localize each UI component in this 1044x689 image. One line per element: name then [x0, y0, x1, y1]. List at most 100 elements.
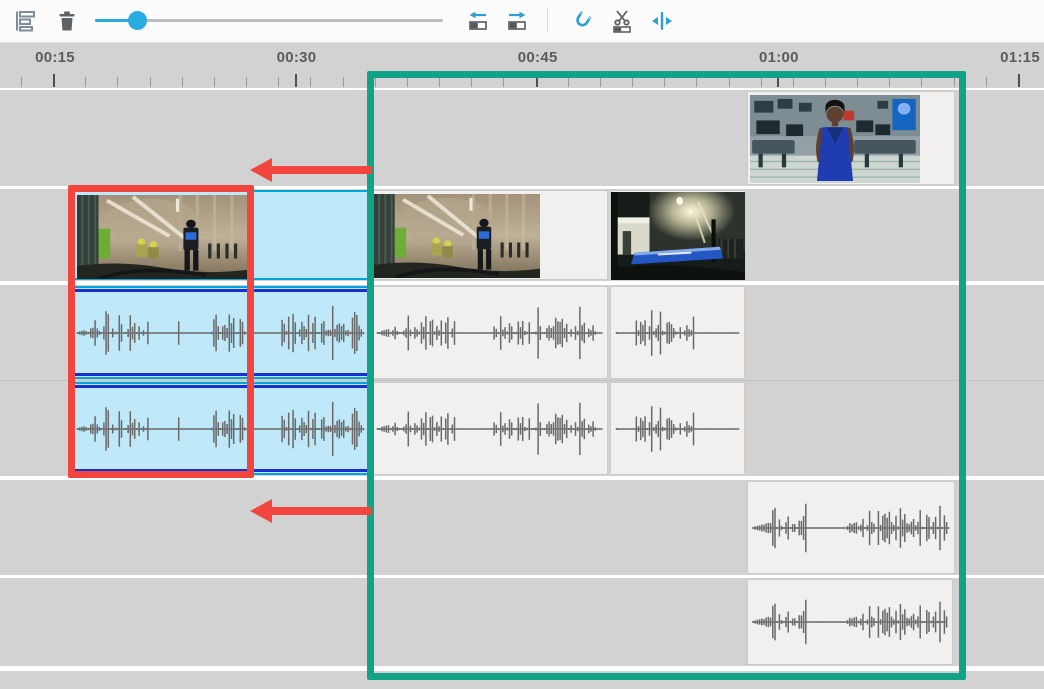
track-2-video — [0, 189, 1044, 281]
ruler-minor-tick — [921, 77, 922, 87]
ruler-minor-tick — [889, 77, 890, 87]
selection-accent-line — [73, 469, 368, 472]
audio-clip-selected[interactable] — [71, 382, 370, 475]
track-6-audio — [0, 578, 1044, 666]
zoom-slider-track[interactable] — [95, 19, 443, 22]
ruler-minor-tick — [85, 77, 86, 87]
ruler-minor-tick — [729, 77, 730, 87]
split-clip-button[interactable] — [607, 5, 639, 37]
ruler-minor-tick — [375, 77, 376, 87]
audio-waveform — [376, 386, 603, 471]
ruler-minor-tick — [182, 77, 183, 87]
storyboard-view-button[interactable] — [10, 5, 42, 37]
track-1-video — [0, 90, 1044, 186]
arrow-left-bar-icon — [466, 9, 492, 33]
audio-waveform — [752, 485, 950, 570]
track-5-audio — [0, 480, 1044, 575]
audio-clip[interactable] — [610, 382, 745, 475]
scissors-bar-icon — [610, 9, 636, 33]
ruler-minor-tick — [407, 77, 408, 87]
clip-thumbnail-newsroom — [750, 95, 920, 183]
audio-clip[interactable] — [610, 286, 745, 379]
selection-accent-line — [73, 289, 368, 292]
clip-thumbnail-fire-day — [77, 195, 249, 279]
ruler-major-tick — [53, 74, 55, 87]
track-separator — [0, 575, 1044, 578]
ruler-major-tick — [536, 74, 538, 87]
ruler-minor-tick — [214, 77, 215, 87]
audio-waveform — [76, 386, 365, 471]
track-separator — [0, 186, 1044, 189]
ruler-minor-tick — [954, 77, 955, 87]
video-clip[interactable] — [610, 190, 746, 280]
video-clip-selected[interactable] — [71, 190, 370, 280]
audio-waveform — [376, 290, 603, 375]
ripple-move-left-button[interactable] — [463, 5, 495, 37]
zoom-slider-thumb[interactable] — [128, 11, 147, 30]
ruler-minor-tick — [696, 77, 697, 87]
audio-waveform — [615, 290, 740, 375]
storyboard-icon — [13, 9, 39, 33]
ruler-minor-tick — [21, 77, 22, 87]
ruler-minor-tick — [600, 77, 601, 87]
arrow-right-bar-icon — [505, 9, 531, 33]
ruler-minor-tick — [150, 77, 151, 87]
ruler-minor-tick — [310, 77, 311, 87]
selection-accent-line — [73, 385, 368, 388]
ruler-time-label: 00:45 — [518, 49, 558, 66]
timeline-panel: 00:15 00:30 00:45 01:00 01:15 — [0, 0, 1044, 689]
ruler-minor-tick — [793, 77, 794, 87]
track-separator — [0, 88, 1044, 90]
audio-clip[interactable] — [371, 286, 608, 379]
ruler-major-tick — [295, 74, 297, 87]
split-at-playhead-button[interactable] — [647, 5, 679, 37]
trash-icon — [55, 9, 81, 33]
ruler-minor-tick — [761, 77, 762, 87]
toolbar — [0, 0, 1044, 43]
ruler-minor-tick — [986, 77, 987, 87]
ruler-time-label: 01:15 — [1000, 49, 1040, 66]
audio-waveform — [752, 583, 948, 661]
ruler-major-tick — [1018, 74, 1020, 87]
time-ruler[interactable]: 00:15 00:30 00:45 01:00 01:15 — [0, 43, 1044, 88]
ruler-time-label: 01:00 — [759, 49, 799, 66]
magnet-icon — [570, 9, 596, 33]
video-clip[interactable] — [371, 190, 608, 280]
selection-accent-line — [73, 373, 368, 376]
track-separator — [0, 281, 1044, 285]
ruler-minor-tick — [471, 77, 472, 87]
toolbar-divider — [547, 8, 548, 32]
delete-button[interactable] — [52, 5, 84, 37]
audio-waveform — [76, 290, 365, 375]
track-separator — [0, 380, 1044, 381]
ruler-minor-tick — [825, 77, 826, 87]
clip-thumbnail-fire-night — [611, 192, 745, 280]
track-separator — [0, 666, 1044, 671]
ruler-minor-tick — [246, 77, 247, 87]
ruler-minor-tick — [278, 77, 279, 87]
audio-clip[interactable] — [747, 579, 953, 665]
audio-clip-selected[interactable] — [71, 286, 370, 379]
track-separator — [0, 476, 1044, 480]
audio-clip[interactable] — [371, 382, 608, 475]
ruler-minor-tick — [568, 77, 569, 87]
ruler-time-label: 00:15 — [35, 49, 75, 66]
ruler-minor-tick — [343, 77, 344, 87]
ruler-minor-tick — [503, 77, 504, 87]
ruler-time-label: 00:30 — [277, 49, 317, 66]
ruler-minor-tick — [117, 77, 118, 87]
split-arrows-icon — [650, 9, 676, 33]
ruler-minor-tick — [439, 77, 440, 87]
ripple-move-right-button[interactable] — [502, 5, 534, 37]
ruler-major-tick — [777, 74, 779, 87]
ruler-minor-tick — [632, 77, 633, 87]
ruler-minor-tick — [664, 77, 665, 87]
audio-clip[interactable] — [747, 481, 955, 574]
video-clip[interactable] — [747, 91, 955, 185]
track-3-audio — [0, 285, 1044, 380]
snap-toggle-button[interactable] — [567, 5, 599, 37]
ruler-minor-tick — [857, 77, 858, 87]
track-4-audio — [0, 381, 1044, 476]
audio-waveform — [615, 386, 740, 471]
clip-thumbnail-fire-day — [374, 194, 540, 278]
